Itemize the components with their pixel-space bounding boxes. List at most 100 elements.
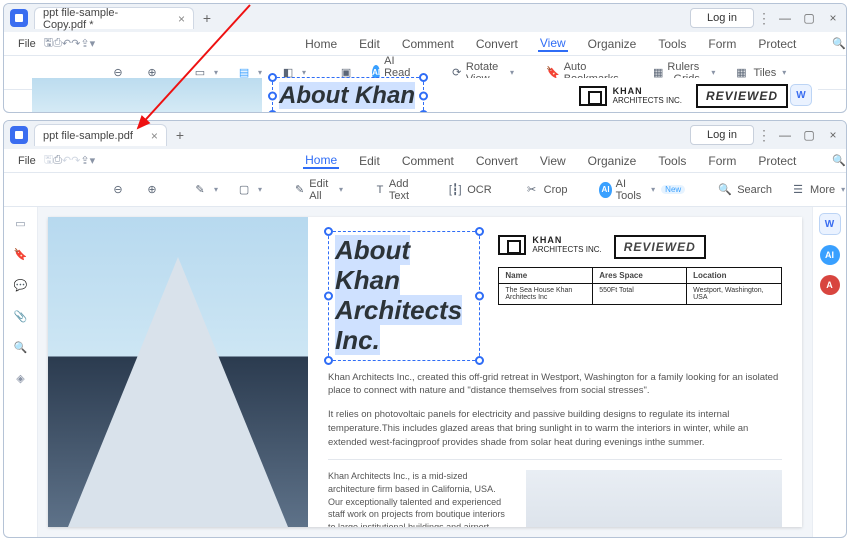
ocr-button[interactable]: [┇]OCR: [441, 179, 497, 201]
titlebar: ppt file-sample.pdf × + Log in ⋮ — ▢ ×: [4, 121, 846, 149]
page-viewport[interactable]: About KhanArchitects Inc. KHANARCHITECTS…: [38, 207, 812, 537]
search-icon: 🔍: [832, 37, 846, 50]
tab-comment[interactable]: Comment: [400, 37, 456, 51]
document-tab[interactable]: ppt file-sample.pdf ×: [34, 124, 167, 146]
new-tab-button[interactable]: +: [196, 7, 218, 29]
close-tab-icon[interactable]: ×: [151, 129, 158, 143]
file-menu[interactable]: File: [10, 155, 44, 167]
app-icon: [10, 9, 28, 27]
login-button[interactable]: Log in: [690, 8, 754, 28]
tab-view[interactable]: View: [538, 154, 568, 168]
paragraph-1: Khan Architects Inc., created this off-g…: [328, 371, 782, 399]
tab-form[interactable]: Form: [706, 154, 738, 168]
undo-icon[interactable]: ↶: [62, 34, 71, 54]
tab-organize[interactable]: Organize: [586, 37, 639, 51]
comments-icon[interactable]: 💬: [14, 279, 28, 292]
home-toolbar: ⊖ ⊕ ✎▾ ▢▾ ✎Edit All▾ TAdd Text [┇]OCR ✂C…: [4, 173, 846, 207]
search-icon: 🔍: [832, 154, 846, 167]
word-badge-icon[interactable]: W: [819, 213, 841, 235]
selected-text[interactable]: About KhanArchitects Inc.: [335, 236, 471, 356]
ai-assistant-icon[interactable]: AI: [820, 245, 840, 265]
maximize-icon[interactable]: ▢: [802, 11, 816, 25]
maximize-icon[interactable]: ▢: [802, 128, 816, 142]
selected-textbox[interactable]: About Khan: [272, 77, 424, 113]
redo-icon[interactable]: ↷: [71, 151, 80, 171]
tab-protect[interactable]: Protect: [756, 37, 798, 51]
close-icon[interactable]: ×: [826, 11, 840, 25]
reviewed-stamp: REVIEWED: [614, 235, 706, 259]
highlighter-button[interactable]: ✎▾: [186, 179, 224, 201]
bottom-pdf-window: ppt file-sample.pdf × + Log in ⋮ — ▢ × F…: [3, 120, 847, 538]
edit-all-button[interactable]: ✎Edit All▾: [288, 175, 349, 205]
company-logo: KHANARCHITECTS INC.: [579, 86, 682, 106]
tab-label: ppt file-sample.pdf: [43, 130, 133, 142]
paragraph-3: Khan Architects Inc., is a mid-sized arc…: [328, 470, 508, 527]
close-icon[interactable]: ×: [826, 128, 840, 142]
ai-assistant-alt-icon[interactable]: A: [820, 275, 840, 295]
share-icon[interactable]: ⇪: [80, 34, 89, 54]
redo-icon[interactable]: ↷: [71, 34, 80, 54]
search-panel-icon[interactable]: 🔍: [14, 341, 28, 354]
app-icon: [10, 126, 28, 144]
save-icon[interactable]: 🖫: [44, 151, 53, 171]
document-image: [32, 78, 262, 113]
tab-convert[interactable]: Convert: [474, 37, 520, 51]
tab-tools[interactable]: Tools: [656, 37, 688, 51]
bookmarks-icon[interactable]: 🔖: [14, 248, 28, 261]
add-text-button[interactable]: TAdd Text: [369, 175, 421, 205]
tab-comment[interactable]: Comment: [400, 154, 456, 168]
shape-button[interactable]: ▢▾: [230, 179, 268, 201]
right-panel-rail: W AI A: [812, 207, 846, 537]
file-menu[interactable]: File: [10, 38, 44, 50]
search-button[interactable]: 🔍Search: [711, 179, 778, 201]
word-badge-icon[interactable]: W: [790, 84, 812, 106]
login-button[interactable]: Log in: [690, 125, 754, 145]
selected-textbox[interactable]: About KhanArchitects Inc.: [328, 231, 480, 361]
more-icon[interactable]: ⋮: [754, 10, 774, 27]
tab-convert[interactable]: Convert: [474, 154, 520, 168]
print-icon[interactable]: ⎙: [53, 34, 62, 54]
minimize-icon[interactable]: —: [778, 11, 792, 25]
minimize-icon[interactable]: —: [778, 128, 792, 142]
attachments-icon[interactable]: 📎: [14, 310, 28, 323]
search-tools[interactable]: 🔍Search Tools: [832, 32, 847, 56]
tab-tools[interactable]: Tools: [656, 154, 688, 168]
share-icon[interactable]: ⇪: [80, 151, 89, 171]
selected-text[interactable]: About Khan: [279, 82, 415, 110]
tab-edit[interactable]: Edit: [357, 37, 382, 51]
zoom-in-button[interactable]: ⊕: [138, 179, 166, 201]
thumbnails-icon[interactable]: ▭: [15, 217, 25, 230]
ai-tools-button[interactable]: AIAI Tools▾New: [593, 175, 691, 205]
tab-home[interactable]: Home: [303, 153, 339, 169]
zoom-out-button[interactable]: ⊖: [104, 179, 132, 201]
tab-protect[interactable]: Protect: [756, 154, 798, 168]
tab-organize[interactable]: Organize: [586, 154, 639, 168]
layers-icon[interactable]: ◈: [16, 372, 24, 385]
undo-icon[interactable]: ↶: [62, 151, 71, 171]
tab-form[interactable]: Form: [706, 37, 738, 51]
secondary-image: [526, 470, 782, 527]
document-tab[interactable]: ppt file-sample-Copy.pdf * ×: [34, 7, 194, 29]
hero-image: [48, 217, 308, 527]
more-icon[interactable]: ⋮: [754, 127, 774, 144]
more-button[interactable]: ☰More▾: [784, 179, 847, 201]
tab-home[interactable]: Home: [303, 37, 339, 51]
save-icon[interactable]: 🖫: [44, 34, 53, 54]
top-pdf-window: ppt file-sample-Copy.pdf * × + Log in ⋮ …: [3, 3, 847, 113]
crop-button[interactable]: ✂Crop: [518, 179, 574, 201]
print-icon[interactable]: ⎙: [53, 151, 62, 171]
search-tools[interactable]: 🔍Search Tools: [832, 149, 847, 173]
left-panel-rail: ▭ 🔖 💬 📎 🔍 ◈: [4, 207, 38, 537]
tab-label: ppt file-sample-Copy.pdf *: [43, 7, 160, 31]
quick-access-row: File 🖫 ⎙ ↶ ↷ ⇪ ▾ Home Edit Comment Conve…: [4, 149, 846, 173]
document-strip: About Khan KHANARCHITECTS INC. REVIEWED …: [32, 78, 818, 113]
work-area: ▭ 🔖 💬 📎 🔍 ◈ About KhanArchitects Inc.: [4, 207, 846, 537]
new-tab-button[interactable]: +: [169, 124, 191, 146]
facts-table: Name Ares Space Location The Sea House K…: [498, 267, 782, 305]
tab-edit[interactable]: Edit: [357, 154, 382, 168]
company-logo: KHANARCHITECTS INC.: [498, 235, 601, 255]
paragraph-2: It relies on photovoltaic panels for ele…: [328, 408, 782, 449]
tab-view[interactable]: View: [538, 36, 568, 52]
close-tab-icon[interactable]: ×: [178, 12, 185, 26]
ribbon-tabs: Home Edit Comment Convert View Organize …: [95, 149, 847, 173]
